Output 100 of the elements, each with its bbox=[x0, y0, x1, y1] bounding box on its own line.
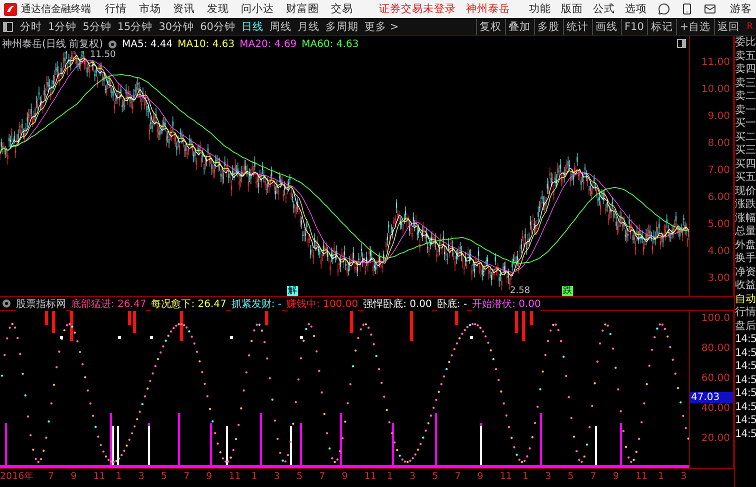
trade-time: 14:5 bbox=[735, 374, 756, 387]
panel-toggle-icon[interactable] bbox=[3, 22, 13, 32]
time-axis-label: 11 bbox=[364, 470, 378, 482]
indicator-value: 每况愈下: 26.47 bbox=[151, 296, 226, 310]
price-axis-label: 10.00 bbox=[700, 84, 731, 95]
signal-bar bbox=[515, 311, 518, 333]
menu-item[interactable]: 发现 bbox=[207, 2, 229, 16]
price-axis-label: 8.00 bbox=[706, 138, 731, 149]
window-icon[interactable] bbox=[677, 39, 686, 48]
side-tab[interactable]: 行情 bbox=[735, 306, 756, 320]
signal-bar bbox=[133, 311, 136, 333]
stock-name-link[interactable]: 神州泰岳 bbox=[466, 2, 510, 16]
time-axis-label: 5 bbox=[296, 470, 304, 482]
toolbar-button[interactable]: 多股 bbox=[534, 18, 563, 34]
signal-bar bbox=[350, 311, 353, 333]
time-axis-label: 9 bbox=[70, 470, 78, 482]
signal-bar bbox=[410, 311, 413, 341]
time-axis-label: 3 bbox=[545, 470, 552, 482]
menu-item[interactable]: 问小达 bbox=[241, 2, 274, 16]
time-axis-label: 2016年 bbox=[0, 470, 36, 482]
toolbar-button[interactable]: 标记 bbox=[646, 18, 676, 34]
menu-item[interactable]: 行情 bbox=[105, 2, 127, 16]
toolbar-button[interactable]: +自选 bbox=[676, 18, 714, 34]
time-axis-label: 1 bbox=[386, 470, 394, 482]
quote-field-label: 现价 bbox=[735, 184, 756, 198]
moving-average-value: MA60: 4.63 bbox=[302, 38, 359, 50]
signal-bar bbox=[455, 311, 458, 325]
time-axis-label: 7 bbox=[184, 470, 191, 482]
price-axis-label: 4.00 bbox=[706, 246, 731, 257]
chat-bubble-icon[interactable] bbox=[658, 3, 670, 15]
menu-action[interactable]: 版面 bbox=[561, 2, 583, 16]
toolbar-button[interactable]: 返回 bbox=[714, 18, 743, 34]
side-tab[interactable]: 盘后 bbox=[735, 320, 756, 333]
period-tab[interactable]: 15分钟 bbox=[114, 20, 156, 34]
price-axis-label: 5.00 bbox=[706, 219, 731, 230]
trade-time: 14:5 bbox=[735, 346, 756, 360]
indicator-value: 赚钱中: 100.00 bbox=[286, 296, 358, 310]
settings-icon[interactable] bbox=[2, 299, 11, 308]
quote-field-label: 收益 bbox=[735, 279, 756, 292]
time-axis-label: 9 bbox=[612, 470, 620, 482]
toolbar-button[interactable]: 叠加 bbox=[504, 18, 534, 34]
mode-label[interactable]: 自动 bbox=[735, 292, 756, 306]
app-logo-icon bbox=[4, 2, 17, 16]
quote-field-label: 涨幅 bbox=[735, 212, 756, 225]
period-tab[interactable]: 60分钟 bbox=[197, 20, 238, 34]
time-axis-label: 1 bbox=[251, 470, 258, 482]
menu-action[interactable]: 功能 bbox=[529, 2, 551, 16]
period-tab[interactable]: 多周期 bbox=[322, 20, 362, 34]
menu-item[interactable]: 市场 bbox=[139, 2, 161, 16]
menu-action[interactable]: 选项 bbox=[625, 2, 647, 16]
chart-title: 神州泰岳(日线 前复权) bbox=[2, 37, 103, 51]
indicator-value: 抓紧发财: - bbox=[231, 296, 282, 310]
period-tab[interactable]: 分时 bbox=[17, 20, 45, 34]
toolbar-button[interactable]: F10 bbox=[620, 18, 647, 34]
toolbar-button[interactable]: 复权 bbox=[476, 18, 505, 34]
time-axis-label: 1 bbox=[522, 470, 530, 482]
indicator-axis-label: 47.03 bbox=[690, 392, 733, 404]
menu-item[interactable]: 交易 bbox=[331, 2, 353, 16]
signal-bar bbox=[522, 311, 525, 341]
indicator-value: 底部猛进: 26.47 bbox=[71, 296, 146, 310]
price-axis-label: 9.00 bbox=[706, 111, 731, 122]
signal-marker: 解 bbox=[287, 286, 298, 296]
time-axis-label: 9 bbox=[206, 470, 214, 482]
period-tab[interactable]: 5分钟 bbox=[80, 20, 114, 34]
menu-item[interactable]: 资讯 bbox=[173, 2, 195, 16]
quote-field-label: 卖五 bbox=[735, 50, 756, 63]
quote-field-label: 卖二 bbox=[735, 90, 756, 104]
quote-field-label: 买二 bbox=[735, 130, 756, 144]
quote-field-label: 卖三 bbox=[735, 76, 756, 90]
toolbar-button[interactable]: 统计 bbox=[562, 18, 592, 34]
time-axis-label: 9 bbox=[342, 470, 349, 482]
toolbar-button[interactable]: 画线 bbox=[592, 18, 621, 34]
quote-field-label: 换手 bbox=[735, 252, 756, 266]
time-axis-label: 7 bbox=[590, 470, 598, 482]
login-status-link[interactable]: 证券交易未登录 bbox=[379, 2, 456, 16]
price-axis-label: 3.00 bbox=[706, 273, 731, 284]
time-axis-label: 5 bbox=[568, 470, 575, 482]
more-periods-button[interactable]: 更多 > bbox=[362, 20, 402, 34]
menu-action[interactable]: 公式 bbox=[593, 2, 615, 16]
indicator-axis-label: 80.00 bbox=[700, 343, 731, 354]
indicator-axis-label: 60.00 bbox=[700, 373, 731, 384]
quote-field-label: 买四 bbox=[735, 158, 756, 171]
period-tab[interactable]: 周线 bbox=[266, 20, 294, 34]
mail-icon[interactable] bbox=[704, 3, 716, 15]
quote-field-label: 买一 bbox=[735, 117, 756, 130]
menu-item[interactable]: 财富圈 bbox=[286, 2, 319, 16]
signal-bar bbox=[265, 311, 268, 325]
signal-bar bbox=[45, 311, 48, 325]
indicator-value: 卧底: - bbox=[436, 296, 468, 310]
phone-icon[interactable] bbox=[681, 3, 693, 15]
period-tab[interactable]: 30分钟 bbox=[156, 20, 198, 34]
time-axis-label: 7 bbox=[319, 470, 326, 482]
period-tab[interactable]: 日线 bbox=[238, 20, 266, 34]
period-tab[interactable]: 月线 bbox=[294, 20, 322, 34]
settings-icon[interactable] bbox=[108, 40, 117, 48]
period-tab[interactable]: 1分钟 bbox=[45, 20, 80, 34]
time-axis-label: 9 bbox=[477, 470, 484, 482]
indicator-value: 强悍卧底: 0.00 bbox=[363, 296, 432, 310]
signal-bar bbox=[128, 311, 131, 325]
user-label[interactable]: 游客 bbox=[730, 2, 752, 16]
